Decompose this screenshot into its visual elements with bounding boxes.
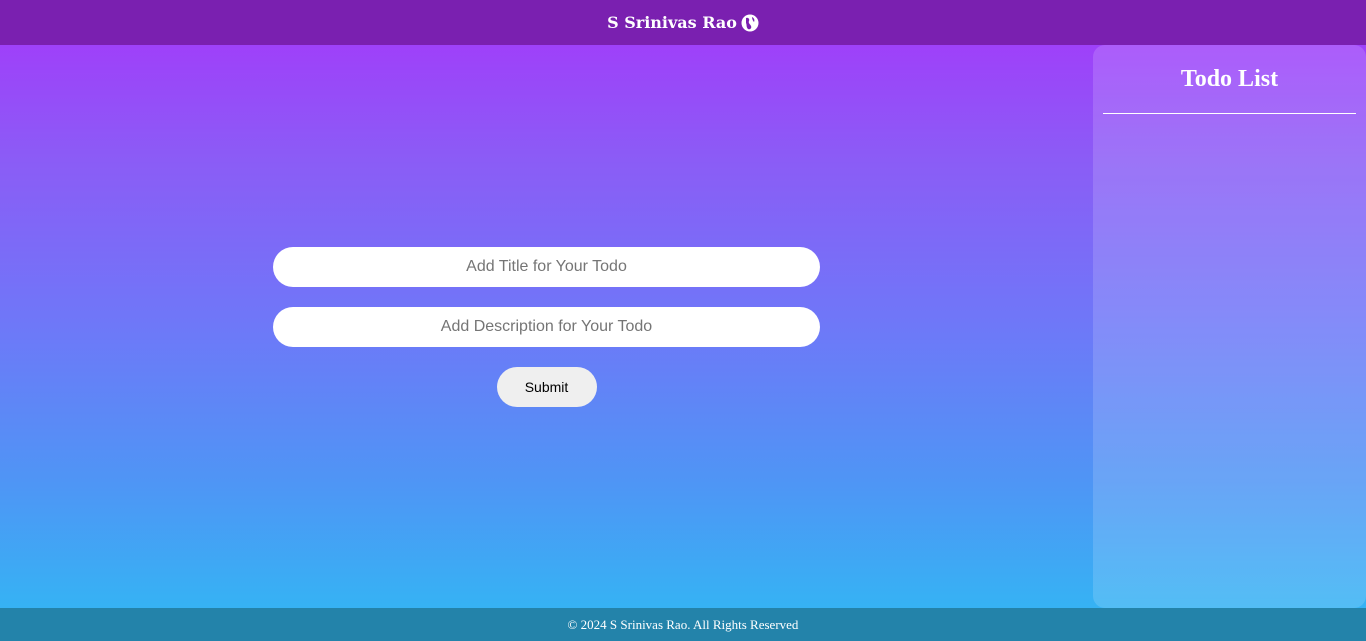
footer: © 2024 S Srinivas Rao. All Rights Reserv… (0, 608, 1366, 641)
todo-title-input[interactable] (273, 247, 820, 287)
divider (1103, 113, 1356, 114)
copyright-text: © 2024 S Srinivas Rao. All Rights Reserv… (567, 616, 799, 632)
todo-form: Submit (273, 247, 820, 407)
brand[interactable]: S Srinivas Rao (607, 13, 759, 32)
todo-list-panel: Todo List (1093, 45, 1366, 608)
todo-list-title: Todo List (1180, 66, 1279, 92)
submit-button[interactable]: Submit (496, 367, 597, 407)
todo-description-input[interactable] (273, 307, 820, 347)
globe-hand-icon (741, 14, 759, 32)
brand-name: S Srinivas Rao (607, 13, 737, 32)
top-navbar: S Srinivas Rao (0, 0, 1366, 45)
